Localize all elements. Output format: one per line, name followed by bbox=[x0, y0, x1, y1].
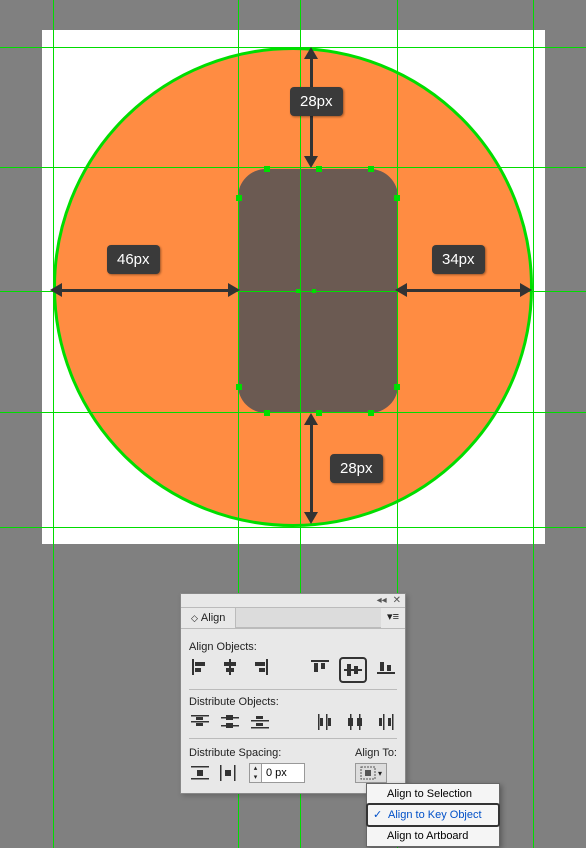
guide-horizontal bbox=[0, 412, 586, 413]
anchor-point[interactable] bbox=[236, 195, 242, 201]
arrow-head-down-icon bbox=[304, 512, 318, 524]
align-left-icon[interactable] bbox=[189, 657, 211, 677]
guide-horizontal bbox=[0, 527, 586, 528]
align-to-group: Align To: ▾ bbox=[355, 741, 397, 783]
distribute-hcenter-icon[interactable] bbox=[345, 712, 367, 732]
distribute-left-icon[interactable] bbox=[315, 712, 337, 732]
anchor-point[interactable] bbox=[368, 410, 374, 416]
panel-menu-icon[interactable]: ▾≡ bbox=[381, 608, 405, 628]
align-to-dropdown-button[interactable]: ▾ bbox=[355, 763, 387, 783]
measure-label-bottom: 28px bbox=[330, 454, 383, 483]
align-top-icon[interactable] bbox=[309, 657, 331, 677]
check-icon: ✓ bbox=[373, 808, 382, 821]
distribute-vcenter-icon[interactable] bbox=[219, 712, 241, 732]
panel-tabs: ◇Align ▾≡ bbox=[181, 608, 405, 629]
center-indicator bbox=[312, 289, 316, 293]
collapse-icon[interactable]: ◂◂ bbox=[377, 595, 387, 606]
anchor-point[interactable] bbox=[236, 384, 242, 390]
stepper-down-icon[interactable]: ▾ bbox=[250, 773, 261, 782]
label-align-to: Align To: bbox=[355, 747, 397, 759]
distribute-top-icon[interactable] bbox=[189, 712, 211, 732]
distribute-hspace-icon[interactable] bbox=[217, 763, 239, 783]
arrow-head-up-icon bbox=[304, 413, 318, 425]
align-bottom-icon[interactable] bbox=[375, 657, 397, 677]
distribute-vspace-icon[interactable] bbox=[189, 763, 211, 783]
measure-arrow-vertical bbox=[310, 418, 313, 518]
align-hcenter-icon[interactable] bbox=[219, 657, 241, 677]
chevron-down-icon: ▾ bbox=[378, 769, 382, 778]
arrow-head-right-icon bbox=[520, 283, 532, 297]
align-to-dropdown-menu[interactable]: Align to Selection ✓ Align to Key Object… bbox=[366, 783, 500, 847]
distribute-objects-row bbox=[189, 712, 397, 732]
dropdown-item-key-object[interactable]: ✓ Align to Key Object bbox=[366, 803, 500, 827]
anchor-point[interactable] bbox=[264, 410, 270, 416]
distribute-right-icon[interactable] bbox=[375, 712, 397, 732]
close-icon[interactable]: ✕ bbox=[393, 595, 401, 606]
guide-vertical bbox=[533, 0, 534, 848]
measure-label-right: 34px bbox=[432, 245, 485, 274]
arrow-head-up-icon bbox=[304, 47, 318, 59]
anchor-point[interactable] bbox=[368, 166, 374, 172]
align-vcenter-icon[interactable] bbox=[339, 657, 367, 683]
align-objects-row bbox=[189, 657, 397, 683]
arrow-head-down-icon bbox=[304, 156, 318, 168]
anchor-point[interactable] bbox=[264, 166, 270, 172]
arrow-head-right-icon bbox=[228, 283, 240, 297]
tab-align-label: Align bbox=[201, 612, 225, 624]
measure-label-left: 46px bbox=[107, 245, 160, 274]
measure-label-top: 28px bbox=[290, 87, 343, 116]
guide-horizontal bbox=[0, 47, 586, 48]
anchor-point[interactable] bbox=[394, 384, 400, 390]
dropdown-item-selection[interactable]: Align to Selection bbox=[367, 784, 499, 804]
label-distribute-objects: Distribute Objects: bbox=[189, 696, 397, 708]
panel-controls: ◂◂ ✕ bbox=[181, 594, 405, 608]
arrow-head-left-icon bbox=[395, 283, 407, 297]
anchor-point[interactable] bbox=[394, 195, 400, 201]
tab-gap bbox=[236, 608, 381, 628]
measure-arrow-horizontal bbox=[404, 289, 524, 292]
label-align-objects: Align Objects: bbox=[189, 641, 397, 653]
dropdown-item-label: Align to Key Object bbox=[388, 809, 482, 821]
guide-horizontal bbox=[0, 167, 586, 168]
spacing-input[interactable] bbox=[262, 767, 304, 779]
stepper-up-icon[interactable]: ▴ bbox=[250, 764, 261, 773]
label-distribute-spacing: Distribute Spacing: bbox=[189, 747, 305, 759]
measure-arrow-horizontal bbox=[60, 289, 232, 292]
tab-align[interactable]: ◇Align bbox=[181, 608, 236, 628]
dropdown-item-artboard[interactable]: Align to Artboard bbox=[367, 826, 499, 846]
guide-vertical bbox=[53, 0, 54, 848]
panel-body: Align Objects: Distribute Objects: Distr… bbox=[181, 629, 405, 793]
spacing-stepper[interactable]: ▴ ▾ bbox=[249, 763, 305, 783]
center-indicator bbox=[296, 289, 300, 293]
align-panel[interactable]: ◂◂ ✕ ◇Align ▾≡ Align Objects: Distribute… bbox=[180, 593, 406, 794]
distribute-bottom-icon[interactable] bbox=[249, 712, 271, 732]
arrow-head-left-icon bbox=[50, 283, 62, 297]
distribute-spacing-group: Distribute Spacing: ▴ ▾ bbox=[189, 741, 305, 783]
align-right-icon[interactable] bbox=[249, 657, 271, 677]
